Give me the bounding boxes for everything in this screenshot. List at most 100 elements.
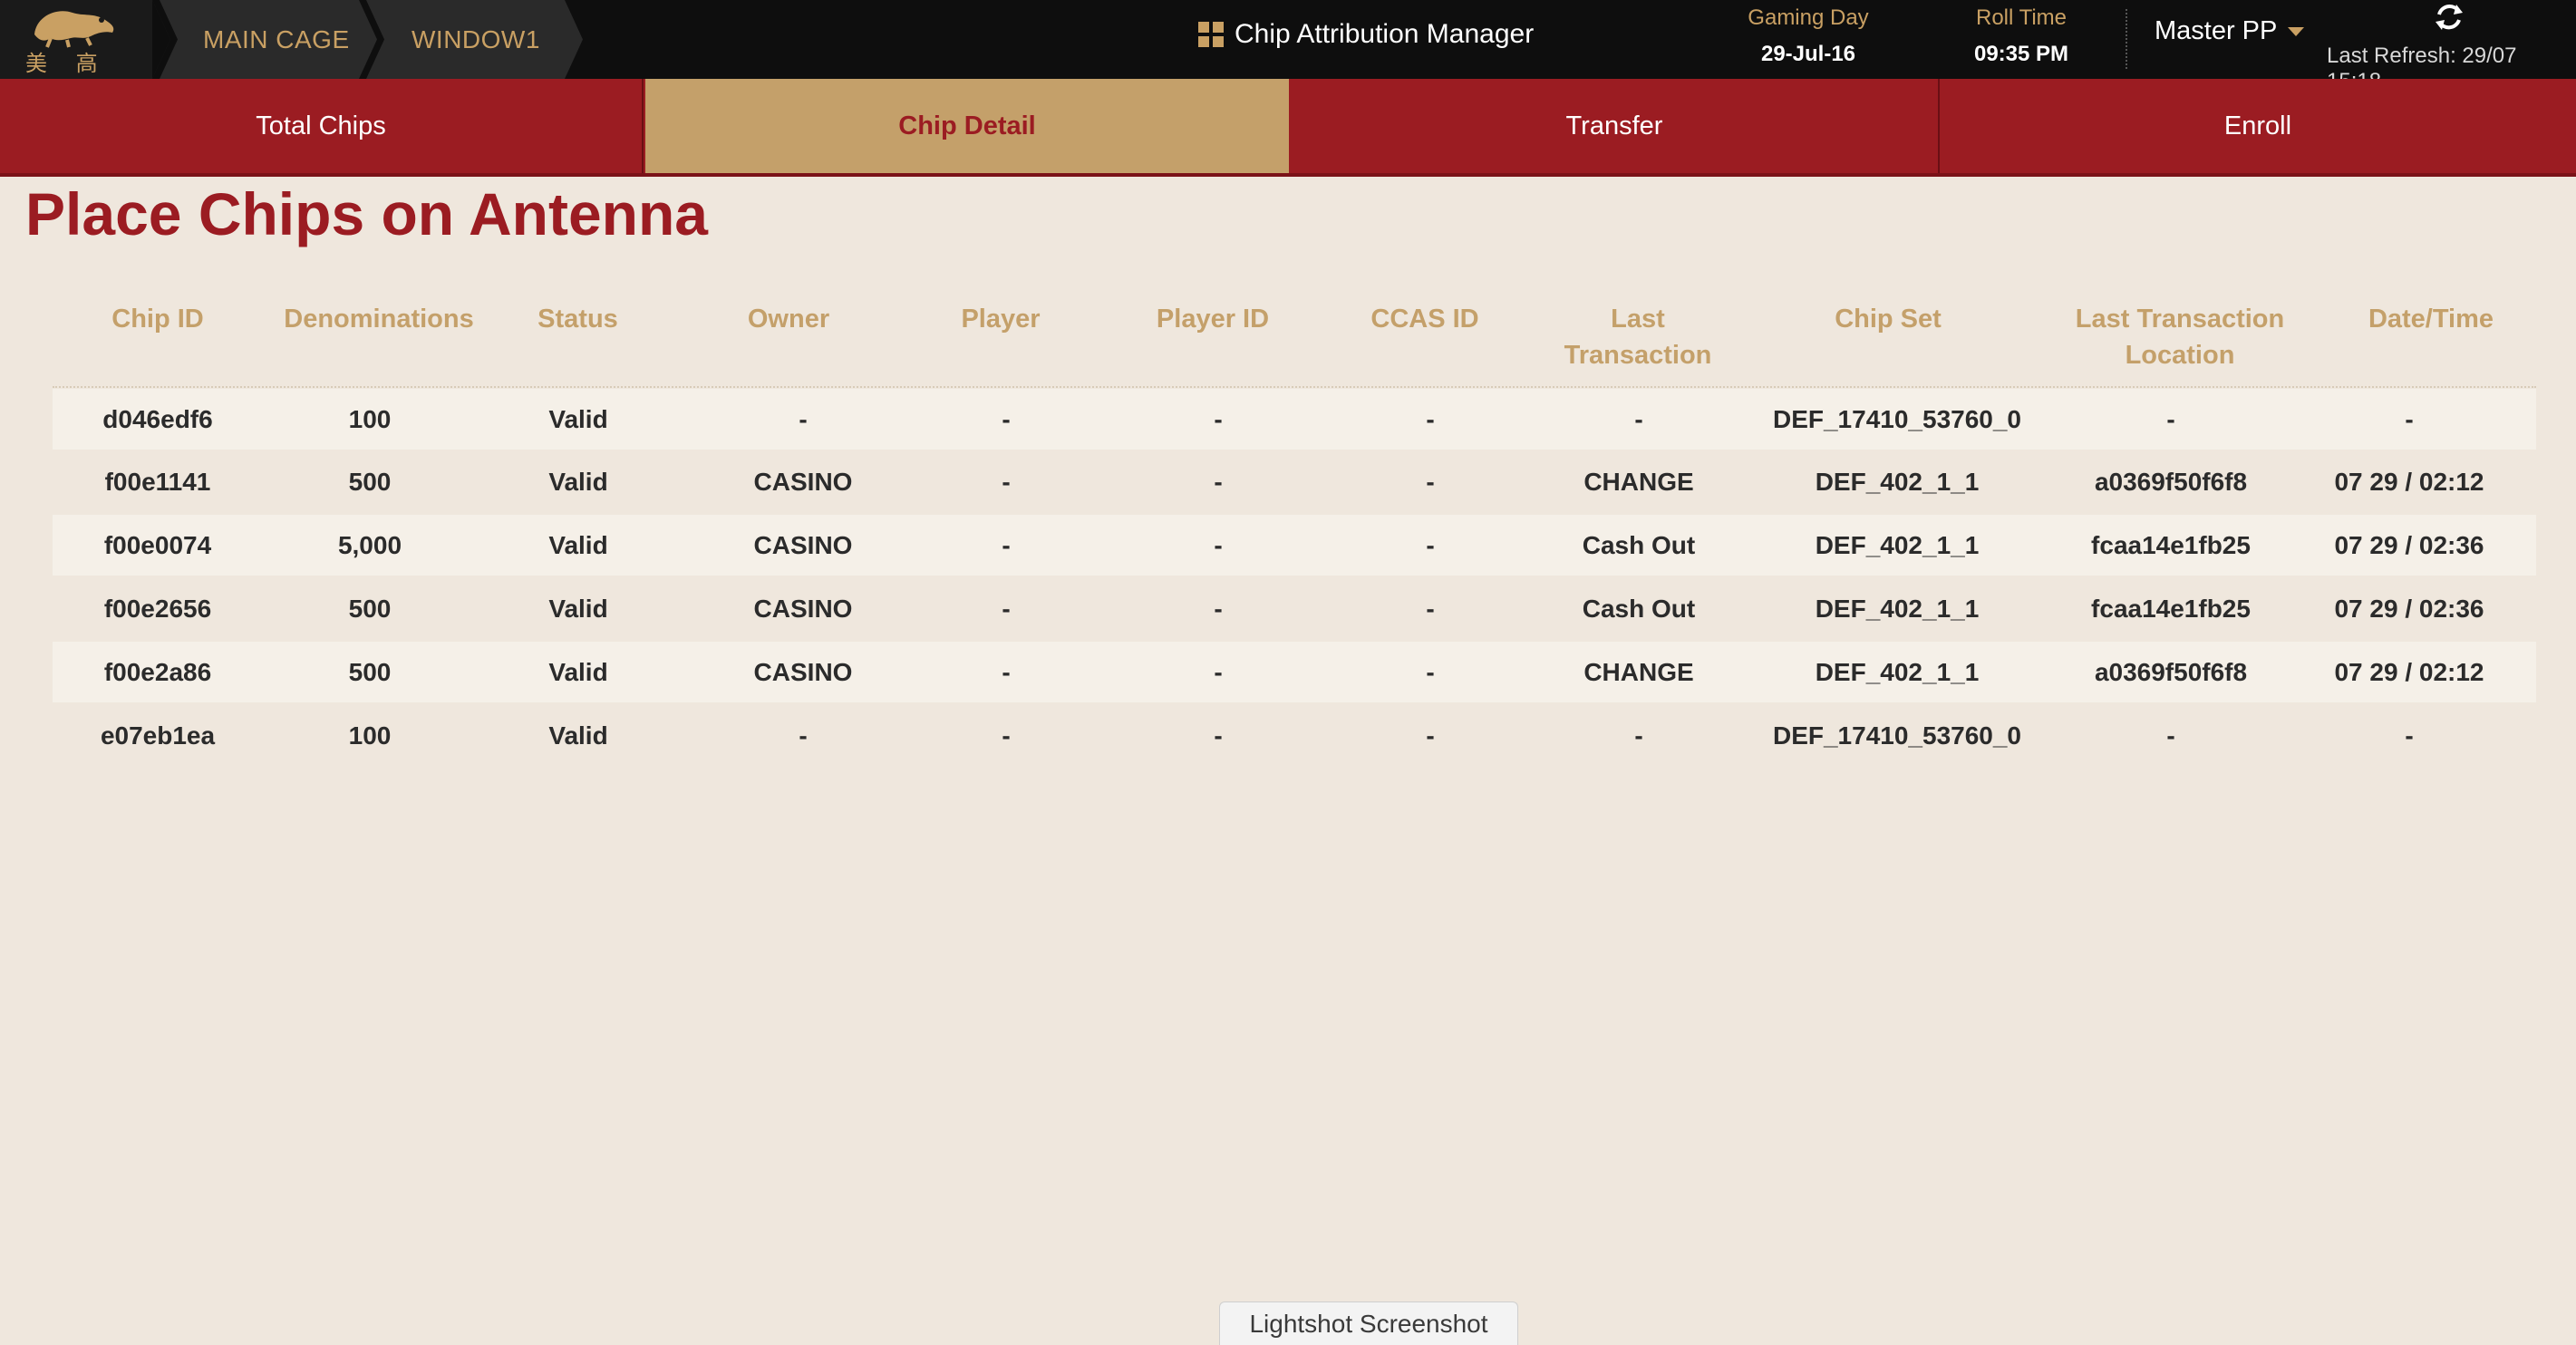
table-row[interactable]: f00e0074 5,000 Valid CASINO - - - Cash O…: [53, 515, 2536, 576]
cell-owner: CASINO: [753, 468, 853, 496]
mgm-logo[interactable]: 美 高 梅: [0, 0, 152, 108]
column-header-date-time[interactable]: Date/Time: [2349, 301, 2513, 337]
cell-denomination: 100: [348, 721, 392, 750]
cell-player: -: [1002, 468, 1011, 496]
cell-ccas-id: -: [1426, 595, 1435, 623]
cell-chip-set: DEF_17410_53760_0: [1772, 405, 2021, 433]
cell-owner: CASINO: [753, 658, 853, 686]
tab-chip-detail-label: Chip Detail: [898, 111, 1036, 140]
cell-status: Valid: [548, 405, 608, 433]
cell-owner: -: [799, 721, 808, 750]
cell-date-time: 07 29 / 02:36: [2334, 531, 2484, 559]
column-header-ccas-id[interactable]: CCAS ID: [1343, 301, 1506, 337]
tab-total-chips-label: Total Chips: [256, 111, 386, 140]
cell-date-time: 07 29 / 02:36: [2334, 595, 2484, 623]
roll-time-label: Roll Time: [1975, 5, 2068, 30]
cell-date-time: -: [2405, 405, 2414, 433]
tab-enroll-label: Enroll: [2223, 111, 2292, 140]
column-header-chip-id[interactable]: Chip ID: [76, 301, 239, 337]
column-header-last-transaction-location[interactable]: Last Transaction Location: [2048, 301, 2311, 373]
cell-last-transaction: Cash Out: [1582, 595, 1696, 623]
cell-player: -: [1002, 721, 1011, 750]
cell-denomination: 100: [348, 405, 392, 433]
column-header-player[interactable]: Player: [919, 301, 1082, 337]
top-bar: 美 高 梅 MAIN CAGE WINDOW1 Chip Attribution…: [0, 0, 2576, 108]
gaming-day-label: Gaming Day: [1748, 5, 1869, 30]
tab-total-chips[interactable]: Total Chips: [0, 79, 644, 173]
tab-transfer[interactable]: Transfer: [1291, 79, 1940, 173]
cell-last-transaction-location: -: [2166, 405, 2175, 433]
cell-owner: CASINO: [753, 595, 853, 623]
column-header-status[interactable]: Status: [499, 301, 657, 337]
cell-last-transaction: CHANGE: [1583, 658, 1694, 686]
cell-status: Valid: [548, 595, 608, 623]
table-row[interactable]: f00e1141 500 Valid CASINO - - - CHANGE D…: [53, 451, 2536, 512]
cell-chip-set: DEF_402_1_1: [1815, 595, 1980, 623]
cell-status: Valid: [548, 658, 608, 686]
breadcrumb-window1-label: WINDOW1: [412, 24, 540, 53]
cell-denomination: 5,000: [337, 531, 402, 559]
cell-player-id: -: [1214, 405, 1223, 433]
cell-date-time: 07 29 / 02:12: [2334, 658, 2484, 686]
cell-player: -: [1002, 595, 1011, 623]
cell-last-transaction-location: a0369f50f6f8: [2094, 468, 2248, 496]
cell-denomination: 500: [348, 658, 392, 686]
cell-ccas-id: -: [1426, 405, 1435, 433]
tab-bar: Total Chips Chip Detail Transfer Enroll: [0, 79, 2576, 177]
cell-ccas-id: -: [1426, 468, 1435, 496]
user-name: Master PP: [2155, 16, 2278, 45]
cell-chip-id: f00e0074: [103, 531, 212, 559]
column-header-player-id[interactable]: Player ID: [1131, 301, 1294, 337]
cell-player: -: [1002, 531, 1011, 559]
table-row[interactable]: e07eb1ea 100 Valid - - - - - DEF_17410_5…: [53, 705, 2536, 766]
cell-player: -: [1002, 405, 1011, 433]
column-header-last-transaction[interactable]: Last Transaction: [1538, 301, 1738, 373]
cell-chip-set: DEF_402_1_1: [1815, 658, 1980, 686]
divider: [2126, 9, 2127, 69]
cell-player-id: -: [1214, 531, 1223, 559]
table-row[interactable]: f00e2a86 500 Valid CASINO - - - CHANGE D…: [53, 642, 2536, 702]
cell-ccas-id: -: [1426, 721, 1435, 750]
tab-chip-detail[interactable]: Chip Detail: [645, 79, 1289, 173]
tab-enroll[interactable]: Enroll: [1940, 79, 2576, 173]
lightshot-screenshot-tab[interactable]: Lightshot Screenshot: [1219, 1301, 1518, 1345]
cell-owner: CASINO: [753, 531, 853, 559]
cell-ccas-id: -: [1426, 531, 1435, 559]
app-title: Chip Attribution Manager: [1198, 0, 1534, 69]
cell-last-transaction-location: -: [2166, 721, 2175, 750]
column-header-chip-set[interactable]: Chip Set: [1779, 301, 1997, 337]
table-row[interactable]: d046edf6 100 Valid - - - - - DEF_17410_5…: [53, 389, 2536, 450]
cell-chip-id: f00e1141: [104, 468, 211, 496]
user-menu[interactable]: Master PP: [2155, 16, 2305, 46]
cell-chip-id: f00e2a86: [103, 658, 212, 686]
column-header-owner[interactable]: Owner: [707, 301, 870, 337]
table-row[interactable]: f00e2656 500 Valid CASINO - - - Cash Out…: [53, 578, 2536, 639]
column-header-denominations[interactable]: Denominations: [272, 301, 486, 337]
header-divider: [53, 386, 2536, 388]
cell-last-transaction: -: [1634, 721, 1643, 750]
breadcrumb-window1[interactable]: WINDOW1: [412, 0, 540, 79]
grid-icon: [1198, 22, 1224, 47]
cell-chip-set: DEF_402_1_1: [1815, 531, 1980, 559]
cell-date-time: 07 29 / 02:12: [2334, 468, 2484, 496]
cell-denomination: 500: [348, 595, 392, 623]
lightshot-label: Lightshot Screenshot: [1249, 1309, 1488, 1338]
breadcrumb-main-cage[interactable]: MAIN CAGE: [203, 0, 350, 79]
cell-owner: -: [799, 405, 808, 433]
cell-chip-set: DEF_17410_53760_0: [1772, 721, 2021, 750]
refresh-icon[interactable]: [2432, 0, 2466, 36]
cell-last-transaction-location: fcaa14e1fb25: [2091, 531, 2251, 559]
cell-player-id: -: [1214, 468, 1223, 496]
cell-last-transaction: -: [1634, 405, 1643, 433]
cell-player: -: [1002, 658, 1011, 686]
cell-last-transaction: Cash Out: [1582, 531, 1696, 559]
cell-date-time: -: [2405, 721, 2414, 750]
cell-chip-id: f00e2656: [103, 595, 212, 623]
cell-last-transaction: CHANGE: [1583, 468, 1694, 496]
cell-denomination: 500: [348, 468, 392, 496]
breadcrumb-main-cage-label: MAIN CAGE: [203, 24, 350, 53]
cell-player-id: -: [1214, 721, 1223, 750]
roll-time-value: 09:35 PM: [1973, 42, 2069, 66]
app-title-label: Chip Attribution Manager: [1235, 19, 1535, 49]
cell-chip-id: d046edf6: [102, 405, 213, 433]
